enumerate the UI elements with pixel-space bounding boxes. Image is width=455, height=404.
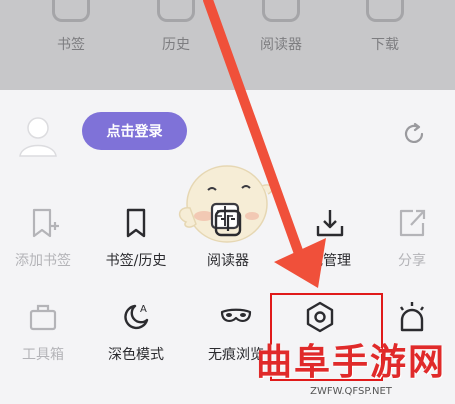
login-button[interactable]: 点击登录	[82, 112, 187, 150]
bookmark-icon	[52, 0, 90, 22]
reader-icon	[211, 206, 245, 240]
top-quick-bar: 书签 历史 阅读器 下载	[0, 0, 455, 90]
watermark-title: 曲阜手游网	[255, 341, 446, 383]
bookmark-icon	[126, 208, 146, 238]
top-item-reader[interactable]: 阅读器	[241, 0, 321, 54]
download-manage-icon	[316, 210, 344, 237]
user-avatar-icon[interactable]	[18, 114, 58, 158]
menu-label: 分享	[398, 253, 426, 269]
top-item-history[interactable]: 历史	[136, 0, 216, 54]
bookmark-add-icon	[32, 208, 59, 238]
menu-label: 书签/历史	[105, 253, 167, 269]
menu-reader[interactable]: 阅读器	[188, 206, 268, 270]
clock-icon	[157, 0, 195, 22]
menu-label: 工具箱	[22, 347, 64, 363]
top-item-label: 下载	[371, 37, 399, 53]
book-icon	[262, 0, 300, 22]
menu-label: 阅读器	[207, 253, 249, 269]
toolbox-icon	[29, 304, 57, 331]
menu-download-manager[interactable]: 载管理	[290, 206, 370, 270]
notification-bell-icon	[400, 302, 424, 332]
menu-label: 深色模式	[108, 347, 164, 363]
share-icon	[399, 209, 426, 237]
menu-toolbox[interactable]: 工具箱	[3, 300, 83, 364]
watermark-url: ZWFW.QFSP.NET	[310, 386, 392, 397]
top-item-downloads[interactable]: 下载	[345, 0, 425, 54]
refresh-icon[interactable]	[400, 120, 428, 148]
top-item-label: 书签	[57, 37, 85, 53]
watermark: 曲阜手游网 ZWFW.QFSP.NET	[247, 340, 455, 404]
menu-label: 添加书签	[15, 253, 71, 269]
menu-share[interactable]: 分享	[372, 206, 452, 270]
menu-notifications[interactable]	[372, 300, 452, 344]
svg-text:A: A	[140, 304, 147, 315]
top-item-label: 历史	[162, 37, 190, 53]
menu-bookmarks-history[interactable]: 书签/历史	[96, 206, 176, 270]
incognito-mask-icon	[220, 308, 252, 323]
menu-label: 载管理	[309, 253, 351, 269]
menu-dark-mode[interactable]: A 深色模式	[96, 300, 176, 364]
top-item-bookmarks[interactable]: 书签	[31, 0, 111, 54]
menu-add-bookmark[interactable]: 添加书签	[3, 206, 83, 270]
dark-mode-icon: A	[124, 304, 149, 330]
top-item-label: 阅读器	[260, 37, 302, 53]
download-icon	[366, 0, 404, 22]
